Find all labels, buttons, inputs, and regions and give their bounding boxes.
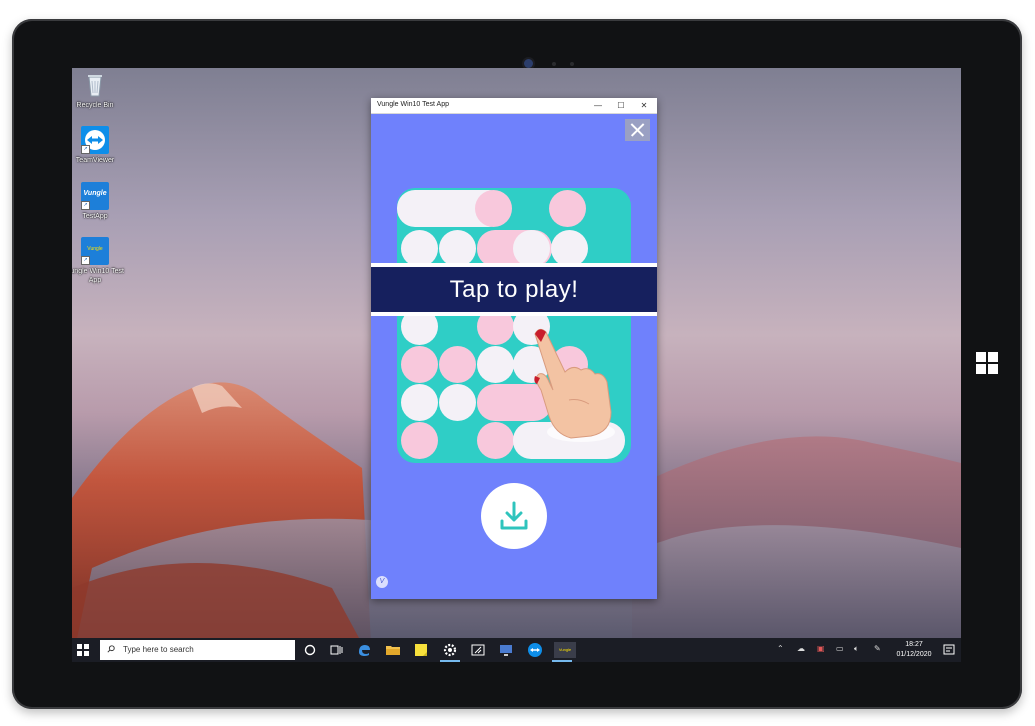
desktop-icon-label: TestApp: [82, 213, 108, 220]
start-button[interactable]: [77, 644, 89, 656]
recycle-bin-icon: [81, 71, 109, 99]
desktop-icon-label: Vungle Win10 Test App: [72, 268, 124, 284]
desktop-icon-testapp[interactable]: Vungle ↗ TestApp: [72, 182, 125, 221]
app-window[interactable]: Vungle Win10 Test App — ☐ ✕ Tap to play!…: [371, 98, 657, 599]
settings-gear-icon[interactable]: [440, 642, 460, 662]
volume-icon[interactable]: 🔈︎: [854, 644, 859, 654]
download-icon: [500, 501, 528, 530]
shortcut-arrow-icon: ↗: [81, 256, 90, 265]
task-view-icon[interactable]: [328, 642, 344, 658]
ambient-sensor: [552, 62, 556, 66]
desktop-icon-teamviewer[interactable]: ↗ TeamViewer: [72, 126, 125, 165]
shortcut-arrow-icon: ↗: [81, 201, 90, 210]
onedrive-icon[interactable]: ☁: [797, 644, 805, 653]
minimize-button[interactable]: —: [591, 99, 605, 112]
desktop-icon-label: TeamViewer: [75, 157, 115, 164]
security-alert-icon[interactable]: ▣: [817, 644, 825, 653]
maximize-button[interactable]: ☐: [614, 99, 628, 112]
desktop-icon-recycle-bin[interactable]: Recycle Bin: [72, 71, 125, 110]
snipping-tool-icon[interactable]: [470, 642, 486, 658]
notification-center-icon[interactable]: [942, 642, 956, 658]
vungle-icon: Vungle ↗: [81, 237, 109, 265]
download-button[interactable]: [481, 483, 547, 549]
chevron-up-icon[interactable]: ⌃: [777, 644, 784, 653]
edge-icon[interactable]: [356, 642, 372, 658]
teamviewer-taskbar-icon[interactable]: [527, 642, 543, 658]
window-titlebar[interactable]: Vungle Win10 Test App — ☐ ✕: [371, 98, 657, 114]
teamviewer-icon: ↗: [81, 126, 109, 154]
remote-desktop-icon[interactable]: [498, 642, 514, 658]
search-placeholder: Type here to search: [123, 645, 194, 654]
windows-logo-icon[interactable]: [976, 352, 998, 374]
clock-time: 18:27: [905, 641, 923, 648]
search-icon: [107, 645, 115, 653]
close-icon[interactable]: [625, 119, 650, 141]
window-title: Vungle Win10 Test App: [377, 101, 449, 108]
shortcut-arrow-icon: ↗: [81, 145, 90, 154]
desktop-icon-label: Recycle Bin: [76, 102, 114, 109]
desktop-screen: Recycle Bin ↗ TeamViewer Vungle ↗ TestAp…: [72, 68, 961, 662]
taskbar: Type here to search Vungle ⌃ ☁ ▣ ▭ 🔈︎ ✎ …: [72, 638, 961, 662]
vungle-taskbar-app[interactable]: Vungle: [552, 642, 576, 662]
vungle-icon: Vungle ↗: [81, 182, 109, 210]
file-explorer-icon[interactable]: [385, 642, 401, 658]
clock[interactable]: 18:27 01/12/2020: [894, 640, 934, 660]
tap-to-play-banner[interactable]: Tap to play!: [371, 263, 657, 316]
close-window-button[interactable]: ✕: [637, 99, 651, 112]
clock-date: 01/12/2020: [896, 651, 932, 658]
ir-sensor: [570, 62, 574, 66]
desktop-icon-vungle-win10[interactable]: Vungle ↗ Vungle Win10 Test App: [72, 237, 125, 285]
sticky-notes-icon[interactable]: [413, 642, 429, 658]
pen-icon[interactable]: ✎: [874, 644, 881, 653]
cortana-icon[interactable]: [302, 642, 318, 658]
battery-icon[interactable]: ▭: [836, 644, 844, 653]
front-camera: [524, 59, 533, 68]
pointing-hand-icon: [534, 328, 615, 442]
search-input[interactable]: Type here to search: [100, 640, 295, 660]
vungle-badge-text: Vungle: [83, 190, 107, 197]
vungle-taskbar-label: Vungle: [554, 642, 576, 658]
banner-text: Tap to play!: [449, 276, 579, 303]
vungle-watermark-icon: V: [376, 576, 388, 588]
vungle-badge-text: Vungle: [87, 246, 103, 252]
